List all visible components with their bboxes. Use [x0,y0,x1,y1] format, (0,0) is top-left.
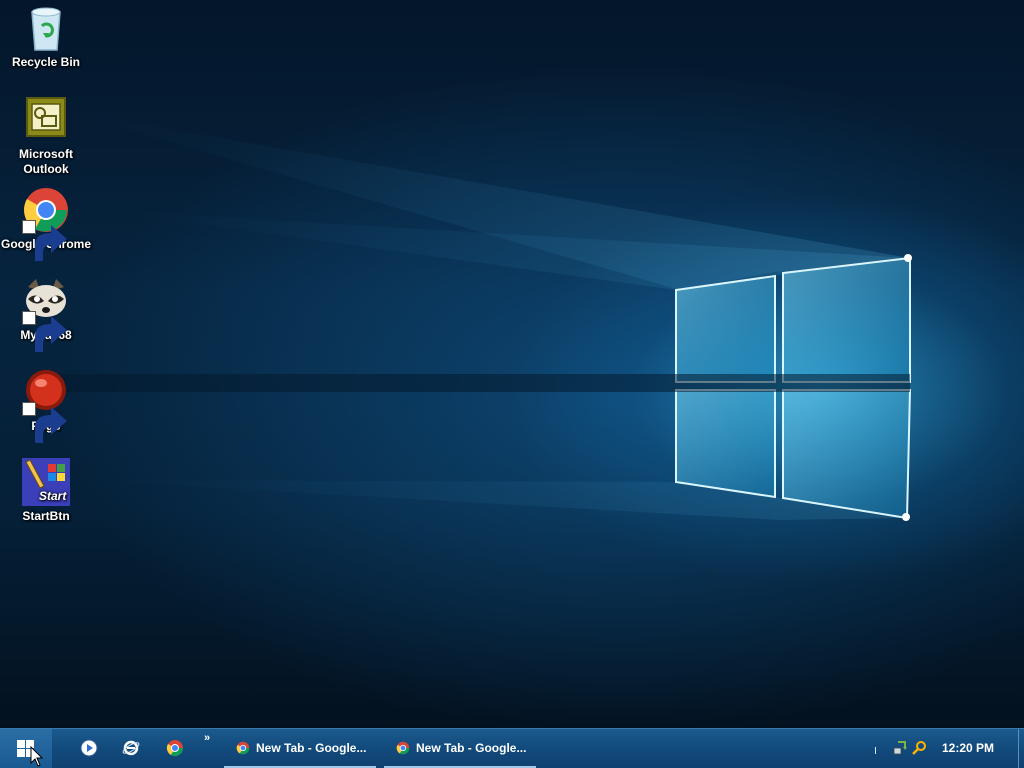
taskbar-clock[interactable]: 12:20 PM [942,729,994,768]
desktop-icon-label: Microsoft Outlook [19,147,73,176]
recycle-bin-icon [22,4,70,52]
shortcut-arrow-icon [22,220,67,261]
desktop-icon-google-chrome[interactable]: Google Chrome [0,186,92,261]
quick-launch-internet-explorer[interactable] [119,736,143,760]
chrome-icon [396,741,410,755]
tray-divider [875,747,876,754]
startbtn-icon: Start [22,458,70,506]
media-player-icon [80,739,98,757]
pego-icon [22,368,70,443]
shortcut-arrow-icon [22,402,67,443]
desktop-icon-pego[interactable]: Pego [0,368,92,443]
network-icon[interactable] [892,740,908,756]
wallpaper-windows-logo [60,110,912,521]
internet-explorer-icon [122,740,140,756]
chrome-icon [22,186,70,261]
quick-launch-media-player[interactable] [77,736,101,760]
mypal-icon [22,277,70,352]
desktop-icon-label: Recycle Bin [11,55,81,69]
quick-launch-overflow-button[interactable]: » [204,732,210,744]
search-tray-icon[interactable] [911,740,927,756]
taskbar-button-label: New Tab - Google... [256,741,367,755]
start-button[interactable] [0,729,52,768]
quick-launch-chrome[interactable] [163,736,187,760]
taskbar-button-chrome-tab-2[interactable]: New Tab - Google... [384,729,536,768]
mouse-cursor-icon [30,746,44,767]
show-desktop-button[interactable] [1018,729,1024,768]
chrome-icon [236,741,250,755]
desktop-icon-label: StartBtn [22,509,70,523]
taskbar: » New Tab - Google... New Tab - Google..… [0,728,1024,768]
desktop-icon-mypal[interactable]: MyPal 68 [0,277,92,352]
outlook-icon [22,96,70,144]
taskbar-button-label: New Tab - Google... [416,741,527,755]
svg-text:Start: Start [39,489,67,503]
desktop-icon-startbtn[interactable]: Start StartBtn [0,458,92,524]
chrome-icon [166,740,184,757]
taskbar-button-chrome-tab-1[interactable]: New Tab - Google... [224,729,376,768]
desktop-icon-recycle-bin[interactable]: Recycle Bin [0,4,92,70]
shortcut-arrow-icon [22,311,67,352]
desktop-icon-outlook[interactable]: Microsoft Outlook [0,96,92,177]
desktop[interactable]: Recycle Bin Microsoft Outlook Google Chr… [0,0,1024,728]
